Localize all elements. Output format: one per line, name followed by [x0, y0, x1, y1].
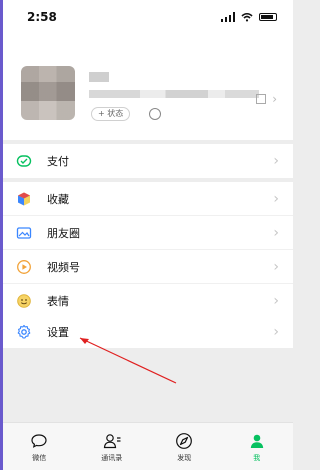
menu-item-favorites[interactable]: 收藏 › — [3, 182, 293, 216]
profile-actions[interactable]: › — [256, 92, 277, 106]
menu-item-label: 视频号 — [47, 260, 80, 274]
menu-item-stickers[interactable]: 表情 › — [3, 284, 293, 318]
phone-screen: 2:58 + 状态 › 支付 › 收藏 › 朋友圈 › 视频号 › 表情 › 设… — [3, 0, 293, 470]
tab-label: 发现 — [177, 453, 192, 462]
tab-label: 我 — [253, 453, 261, 462]
channels-icon — [15, 258, 33, 276]
status-time: 2:58 — [27, 10, 57, 24]
compass-icon — [175, 431, 193, 451]
stickers-icon — [15, 292, 33, 310]
section-tools: 收藏 › 朋友圈 › 视频号 › 表情 › — [3, 182, 293, 318]
qr-code-icon[interactable] — [256, 94, 267, 104]
moments-icon — [15, 224, 33, 242]
tab-bar: 微信 通讯录 发现 我 — [3, 422, 293, 470]
profile-card[interactable]: + 状态 › — [3, 36, 293, 140]
wifi-icon — [241, 12, 253, 22]
chevron-right-icon: › — [273, 190, 279, 207]
nickname-blurred — [89, 72, 109, 82]
tab-label: 微信 — [32, 453, 47, 462]
section-settings: 设置 › — [3, 315, 293, 349]
chevron-right-icon: › — [272, 92, 277, 106]
status-bar: 2:58 — [3, 0, 293, 36]
menu-item-moments[interactable]: 朋友圈 › — [3, 216, 293, 250]
chat-bubble-icon — [30, 431, 48, 451]
contacts-icon — [102, 431, 122, 451]
person-icon — [249, 431, 265, 451]
pay-icon — [15, 152, 33, 170]
status-ring-icon[interactable] — [149, 108, 161, 120]
tab-label: 通讯录 — [101, 453, 123, 462]
menu-item-pay[interactable]: 支付 › — [3, 144, 293, 178]
section-pay: 支付 › — [3, 144, 293, 178]
chevron-right-icon: › — [273, 293, 279, 309]
signal-icon — [221, 12, 235, 22]
wechat-id-blurred — [89, 90, 259, 98]
menu-item-label: 收藏 — [47, 192, 69, 206]
chevron-right-icon: › — [273, 324, 279, 340]
tab-me[interactable]: 我 — [221, 423, 294, 470]
menu-item-label: 表情 — [47, 295, 69, 308]
avatar[interactable] — [21, 66, 75, 120]
tab-contacts[interactable]: 通讯录 — [76, 423, 149, 470]
menu-item-label: 设置 — [47, 326, 69, 339]
chevron-right-icon: › — [273, 258, 279, 275]
chevron-right-icon: › — [273, 153, 279, 169]
tab-chats[interactable]: 微信 — [3, 423, 76, 470]
chevron-right-icon: › — [273, 224, 279, 241]
battery-icon — [259, 13, 277, 21]
gear-icon — [15, 323, 33, 341]
status-label: + 状态 — [98, 109, 124, 118]
menu-item-settings[interactable]: 设置 › — [3, 315, 293, 349]
empty-area — [3, 348, 293, 422]
status-icons — [221, 12, 277, 22]
menu-item-label: 朋友圈 — [47, 226, 80, 240]
status-button[interactable]: + 状态 — [91, 107, 131, 121]
menu-item-channels[interactable]: 视频号 › — [3, 250, 293, 284]
tab-discover[interactable]: 发现 — [148, 423, 221, 470]
menu-item-label: 支付 — [47, 155, 69, 168]
favorites-icon — [15, 190, 33, 208]
